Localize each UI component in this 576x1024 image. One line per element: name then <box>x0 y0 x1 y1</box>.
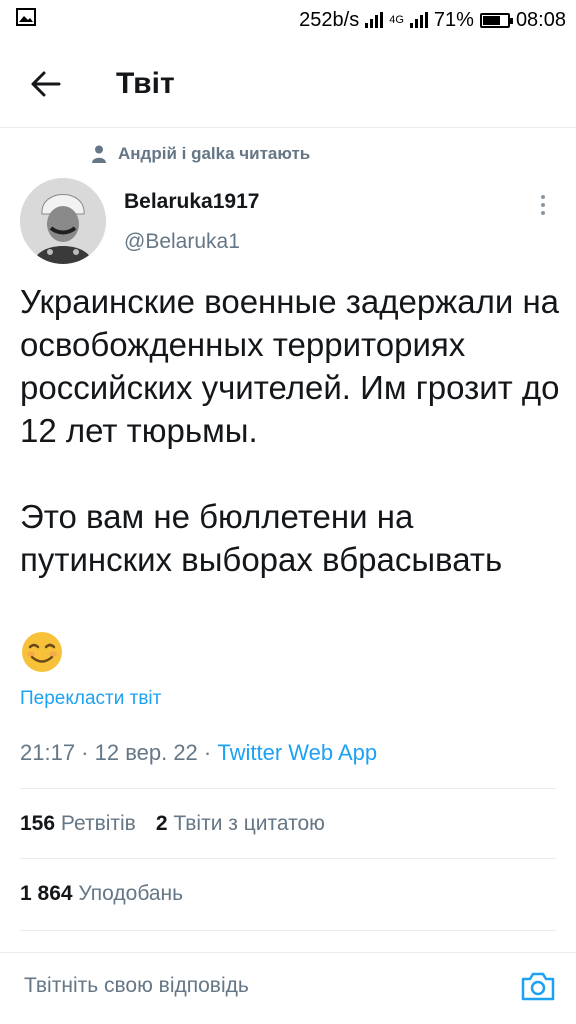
tweet-meta: 21:17 · 12 вер. 22 · Twitter Web App <box>20 740 377 766</box>
camera-icon <box>521 972 555 1000</box>
divider <box>20 930 556 931</box>
gallery-notification-icon <box>16 8 36 32</box>
status-bar: 252b/s 4G 71% 08:08 <box>0 0 576 40</box>
quotes-stat[interactable]: 2 Твіти з цитатою <box>156 812 325 836</box>
signal-icon <box>365 12 384 28</box>
battery-icon <box>479 12 513 28</box>
social-context-text: Андрій і galka читають <box>118 144 311 163</box>
back-button[interactable] <box>16 54 76 114</box>
retweets-count: 156 <box>20 812 56 835</box>
tweet-paragraph-2: Это вам не бюллетени на путинских выбора… <box>20 498 503 578</box>
likes-stat[interactable]: 1 864 Уподобань <box>20 882 183 906</box>
quotes-label: Твіти з цитатою <box>173 812 325 835</box>
author-handle[interactable]: @Belaruka1 <box>124 230 240 254</box>
tweet-paragraph-1: Украинские военные задержали на освобожд… <box>20 283 560 449</box>
divider <box>20 788 556 789</box>
avatar[interactable] <box>20 178 106 264</box>
tweet-source-link[interactable]: Twitter Web App <box>217 740 377 765</box>
likes-label: Уподобань <box>78 882 184 905</box>
person-icon <box>92 145 106 163</box>
smiling-face-icon <box>20 630 64 674</box>
reply-bar: Твітніть свою відповідь <box>0 952 576 1018</box>
tweet-text: Украинские военные задержали на освобожд… <box>20 280 560 581</box>
net-speed: 252b/s <box>299 8 360 31</box>
vertical-dots-icon <box>541 195 545 215</box>
author-name[interactable]: Belaruka1917 <box>124 190 259 214</box>
social-context[interactable]: Андрій і galka читають <box>92 144 310 164</box>
reply-input[interactable]: Твітніть свою відповідь <box>24 974 249 998</box>
retweet-stats: 156 Ретвітів 2 Твіти з цитатою <box>20 812 325 836</box>
app-bar: Твіт <box>0 40 576 128</box>
network-type: 4G <box>389 14 404 26</box>
divider <box>20 858 556 859</box>
tweet-datetime: 21:17 · 12 вер. 22 · <box>20 740 218 765</box>
likes-count: 1 864 <box>20 882 73 905</box>
battery-percent: 71% <box>433 8 474 31</box>
quotes-count: 2 <box>155 812 168 835</box>
retweets-label: Ретвітів <box>60 812 136 835</box>
likes-stats: 1 864 Уподобань <box>20 882 183 906</box>
retweets-stat[interactable]: 156 Ретвітів <box>20 812 136 836</box>
page-title: Твіт <box>116 66 175 100</box>
arrow-left-icon <box>31 71 61 96</box>
camera-button[interactable] <box>520 970 556 1002</box>
signal-icon-2 <box>409 12 428 28</box>
more-options-button[interactable] <box>528 190 558 220</box>
translate-tweet-link[interactable]: Перекласти твіт <box>20 688 161 710</box>
clock: 08:08 <box>515 8 566 31</box>
